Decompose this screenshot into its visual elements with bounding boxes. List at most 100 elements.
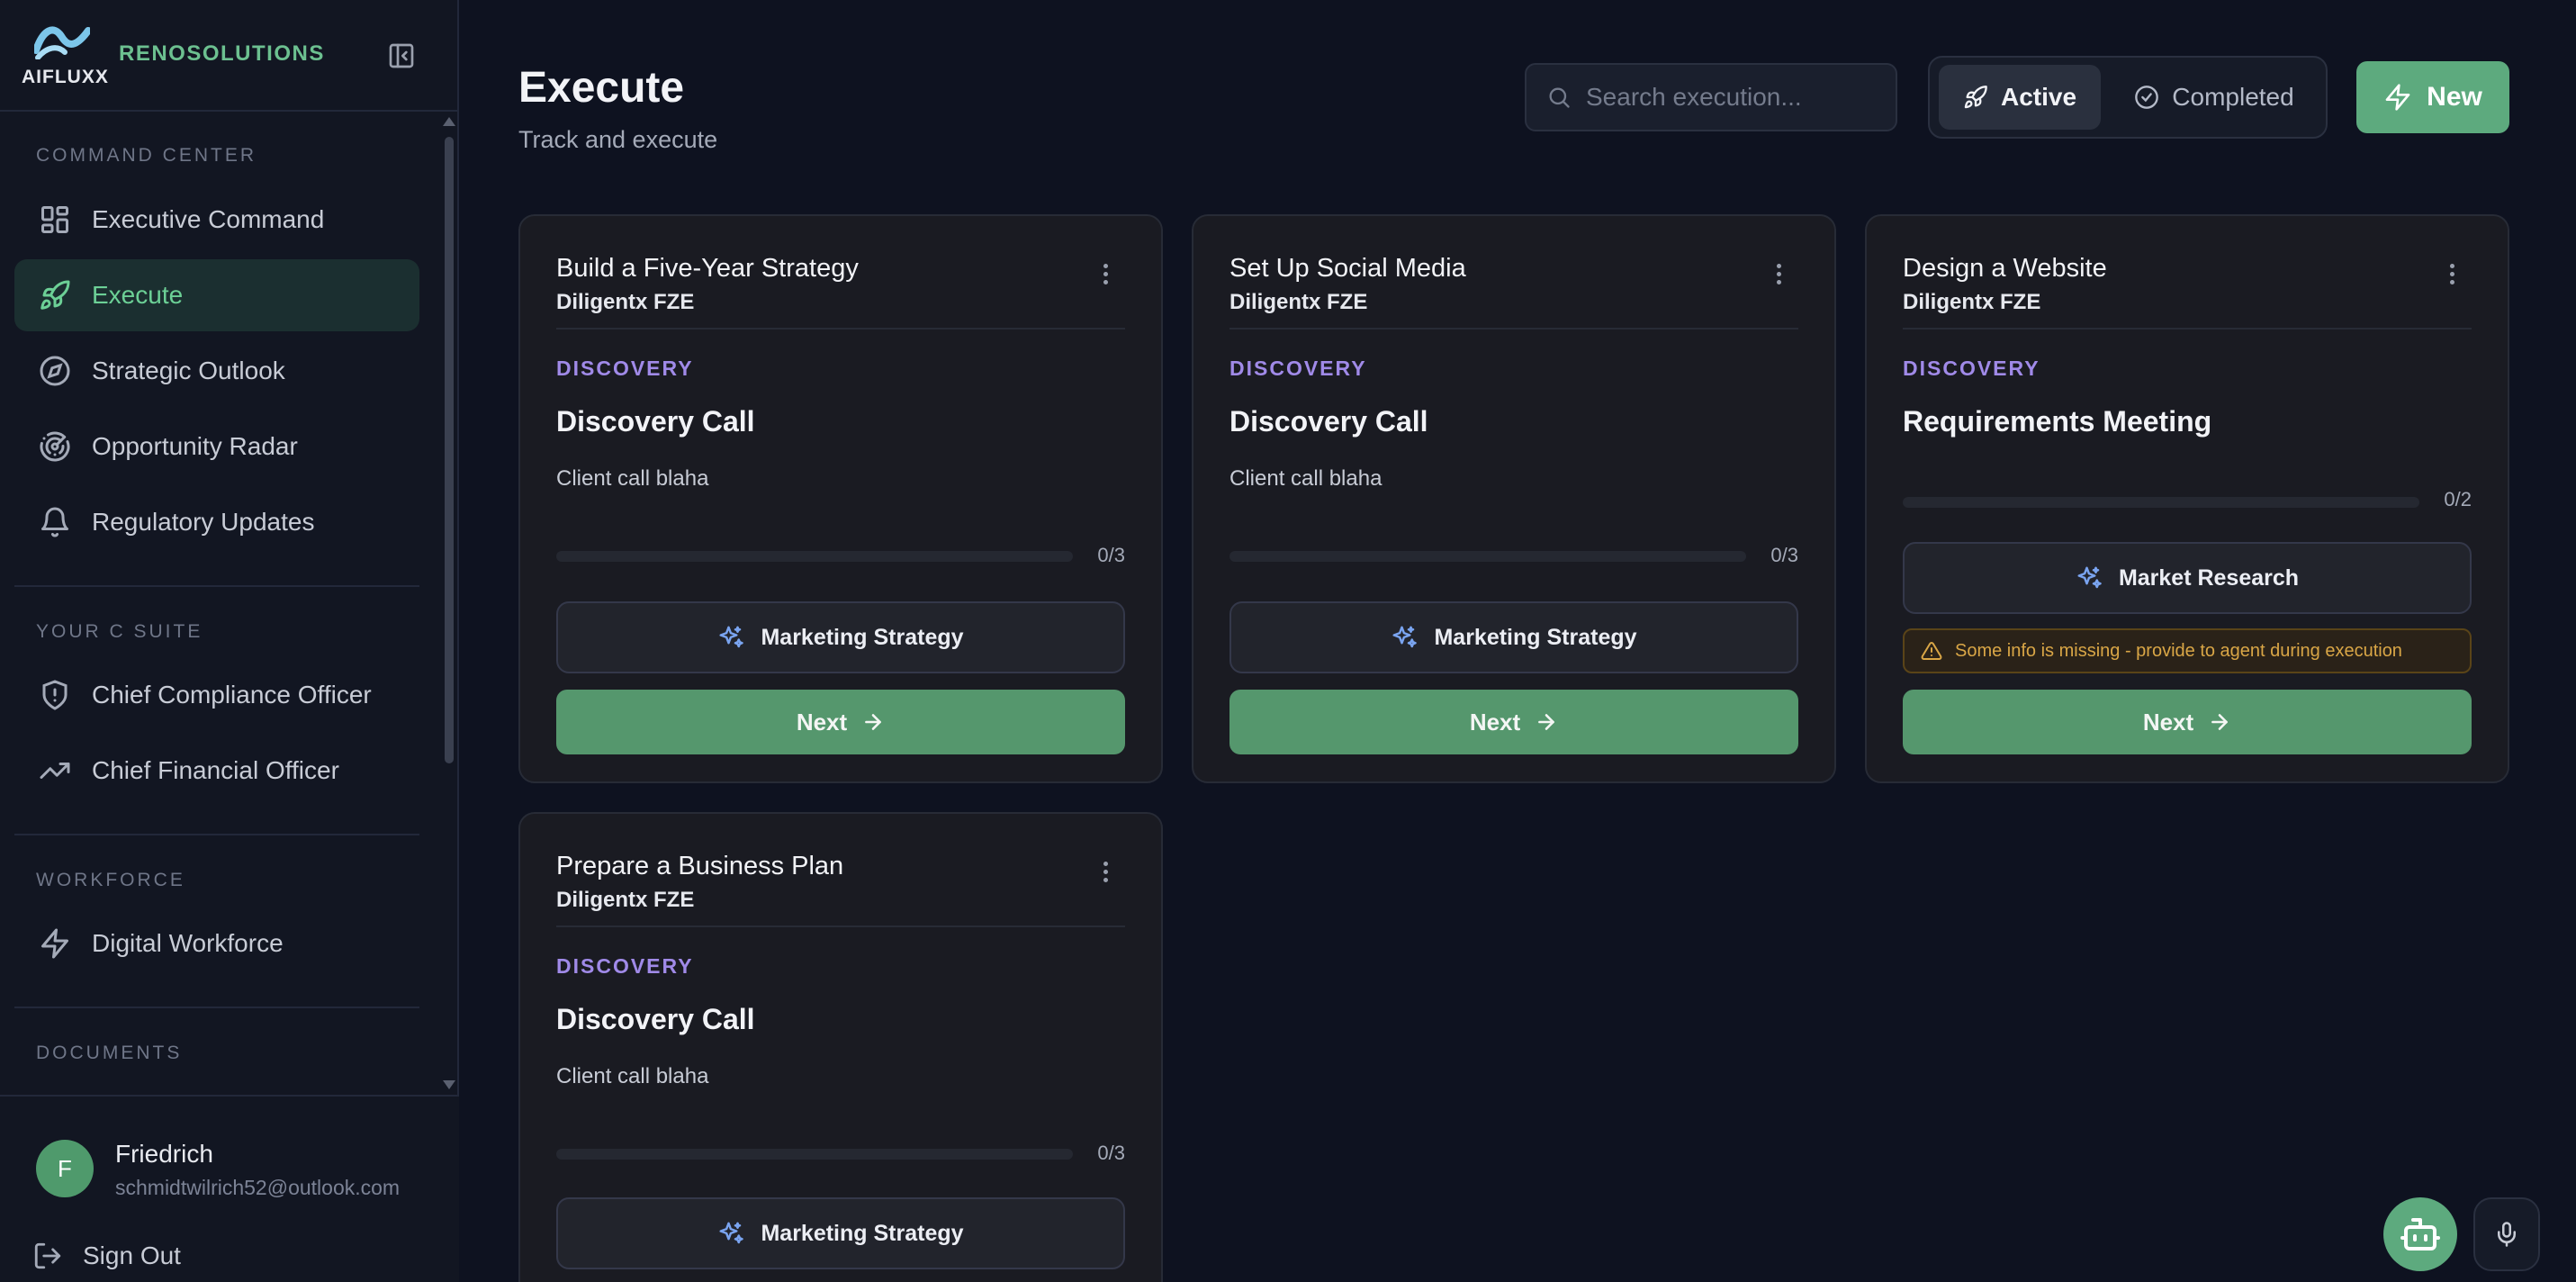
sidebar: AIFLUXX RENOSOLUTIONS COMMAND CENTER Exe… bbox=[0, 0, 459, 1282]
agent-label: Marketing Strategy bbox=[1434, 624, 1637, 650]
agent-label: Marketing Strategy bbox=[761, 1220, 964, 1246]
logo-text: AIFLUXX bbox=[22, 67, 109, 87]
sidebar-item-label: Execute bbox=[92, 281, 184, 309]
scroll-up-arrow[interactable] bbox=[443, 117, 455, 126]
more-options-icon[interactable] bbox=[1762, 257, 1795, 290]
missing-info-warning: Some info is missing - provide to agent … bbox=[1903, 628, 2472, 673]
alert-triangle-icon bbox=[1921, 641, 1942, 660]
sparkles-icon bbox=[719, 626, 744, 648]
assistant-bot-button[interactable] bbox=[2383, 1197, 2457, 1271]
phase-label: DISCOVERY bbox=[1903, 357, 2040, 380]
agent-button[interactable]: Marketing Strategy bbox=[556, 601, 1125, 673]
sidebar-scrollbar[interactable] bbox=[445, 137, 454, 763]
execution-card: Prepare a Business Plan Diligentx FZE DI… bbox=[518, 812, 1163, 1282]
next-label: Next bbox=[1469, 708, 1521, 736]
sparkles-icon bbox=[2077, 566, 2102, 589]
company-name: RENOSOLUTIONS bbox=[119, 41, 325, 66]
section-label-command-center: COMMAND CENTER bbox=[36, 145, 257, 166]
next-button[interactable]: Next bbox=[1903, 690, 2472, 754]
card-divider bbox=[556, 925, 1125, 927]
radar-icon bbox=[38, 429, 72, 464]
card-company: Diligentx FZE bbox=[1903, 290, 2041, 314]
agent-label: Marketing Strategy bbox=[761, 624, 964, 650]
sidebar-nav: COMMAND CENTER Executive Command Execute… bbox=[0, 113, 459, 1095]
sidebar-item-regulatory-updates[interactable]: Regulatory Updates bbox=[14, 486, 419, 558]
avatar[interactable]: F bbox=[36, 1140, 94, 1197]
progress-label: 0/3 bbox=[1770, 544, 1798, 566]
sidebar-item-executive-command[interactable]: Executive Command bbox=[14, 184, 419, 256]
progress-bar bbox=[556, 1149, 1073, 1160]
user-email: schmidtwilrich52@outlook.com bbox=[115, 1176, 401, 1199]
step-title: Discovery Call bbox=[556, 405, 755, 438]
warning-text: Some info is missing - provide to agent … bbox=[1955, 640, 2402, 661]
arrow-right-icon bbox=[2211, 714, 2229, 730]
sidebar-item-chief-compliance-officer[interactable]: Chief Compliance Officer bbox=[14, 659, 419, 731]
sidebar-item-execute[interactable]: Execute bbox=[14, 259, 419, 331]
search-input[interactable] bbox=[1586, 83, 1892, 112]
collapse-sidebar-button[interactable] bbox=[385, 40, 418, 72]
scroll-down-arrow[interactable] bbox=[443, 1080, 455, 1089]
sidebar-item-strategic-outlook[interactable]: Strategic Outlook bbox=[14, 335, 419, 407]
voice-input-button[interactable] bbox=[2473, 1197, 2540, 1271]
tab-active[interactable]: Active bbox=[1939, 65, 2101, 130]
rocket-icon bbox=[38, 278, 72, 312]
step-description: Client call blaha bbox=[556, 1064, 709, 1088]
sign-out-button[interactable]: Sign Out bbox=[32, 1241, 181, 1271]
bolt-icon bbox=[2385, 84, 2410, 111]
more-options-icon[interactable] bbox=[1089, 855, 1121, 888]
new-button-label: New bbox=[2427, 82, 2482, 112]
card-title: Build a Five-Year Strategy bbox=[556, 254, 859, 283]
execution-card: Set Up Social Media Diligentx FZE DISCOV… bbox=[1192, 214, 1836, 783]
card-title: Prepare a Business Plan bbox=[556, 852, 844, 880]
more-options-icon[interactable] bbox=[2436, 257, 2468, 290]
sidebar-item-chief-financial-officer[interactable]: Chief Financial Officer bbox=[14, 735, 419, 807]
agent-button[interactable]: Marketing Strategy bbox=[556, 1197, 1125, 1269]
check-circle-icon bbox=[2135, 86, 2159, 109]
step-title: Discovery Call bbox=[1229, 405, 1428, 438]
sidebar-item-opportunity-radar[interactable]: Opportunity Radar bbox=[14, 411, 419, 483]
card-title: Design a Website bbox=[1903, 254, 2107, 283]
card-divider bbox=[556, 328, 1125, 330]
section-label-c-suite: YOUR C SUITE bbox=[36, 621, 203, 642]
sidebar-item-label: Chief Compliance Officer bbox=[92, 681, 372, 709]
trending-up-icon bbox=[38, 754, 72, 788]
progress-bar bbox=[1903, 497, 2419, 508]
section-label-documents: DOCUMENTS bbox=[36, 1043, 183, 1063]
tab-label: Active bbox=[2000, 83, 2077, 111]
arrow-right-icon bbox=[1538, 714, 1555, 730]
compass-icon bbox=[38, 354, 72, 388]
phase-label: DISCOVERY bbox=[556, 954, 694, 978]
progress-bar bbox=[556, 551, 1073, 562]
step-title: Discovery Call bbox=[556, 1003, 755, 1035]
page-subtitle: Track and execute bbox=[518, 126, 718, 153]
section-label-workforce: WORKFORCE bbox=[36, 870, 185, 890]
sign-out-label: Sign Out bbox=[83, 1241, 181, 1269]
log-out-icon bbox=[34, 1242, 61, 1269]
card-company: Diligentx FZE bbox=[1229, 290, 1368, 314]
bolt-icon bbox=[38, 926, 72, 961]
agent-button[interactable]: Marketing Strategy bbox=[1229, 601, 1798, 673]
progress-label: 0/2 bbox=[2444, 488, 2472, 510]
agent-button[interactable]: Market Research bbox=[1903, 542, 2472, 614]
sparkles-icon bbox=[719, 1222, 744, 1244]
more-options-icon[interactable] bbox=[1089, 257, 1121, 290]
phase-label: DISCOVERY bbox=[1229, 357, 1367, 380]
search-icon bbox=[1549, 87, 1570, 108]
arrow-right-icon bbox=[865, 714, 882, 730]
panel-left-icon bbox=[389, 43, 414, 68]
new-execution-button[interactable]: New bbox=[2356, 61, 2509, 133]
next-button[interactable]: Next bbox=[556, 690, 1125, 754]
bell-icon bbox=[38, 505, 72, 539]
sidebar-item-digital-workforce[interactable]: Digital Workforce bbox=[14, 907, 419, 980]
tab-completed[interactable]: Completed bbox=[2106, 65, 2322, 130]
search-box[interactable] bbox=[1525, 63, 1897, 131]
card-title: Set Up Social Media bbox=[1229, 254, 1466, 283]
card-company: Diligentx FZE bbox=[556, 888, 695, 912]
rocket-icon bbox=[1964, 86, 1987, 109]
sparkles-icon bbox=[1392, 626, 1418, 648]
next-button[interactable]: Next bbox=[1229, 690, 1798, 754]
progress-label: 0/3 bbox=[1097, 1142, 1125, 1164]
execution-card: Build a Five-Year Strategy Diligentx FZE… bbox=[518, 214, 1163, 783]
sidebar-divider bbox=[14, 585, 419, 587]
shield-icon bbox=[38, 678, 72, 712]
